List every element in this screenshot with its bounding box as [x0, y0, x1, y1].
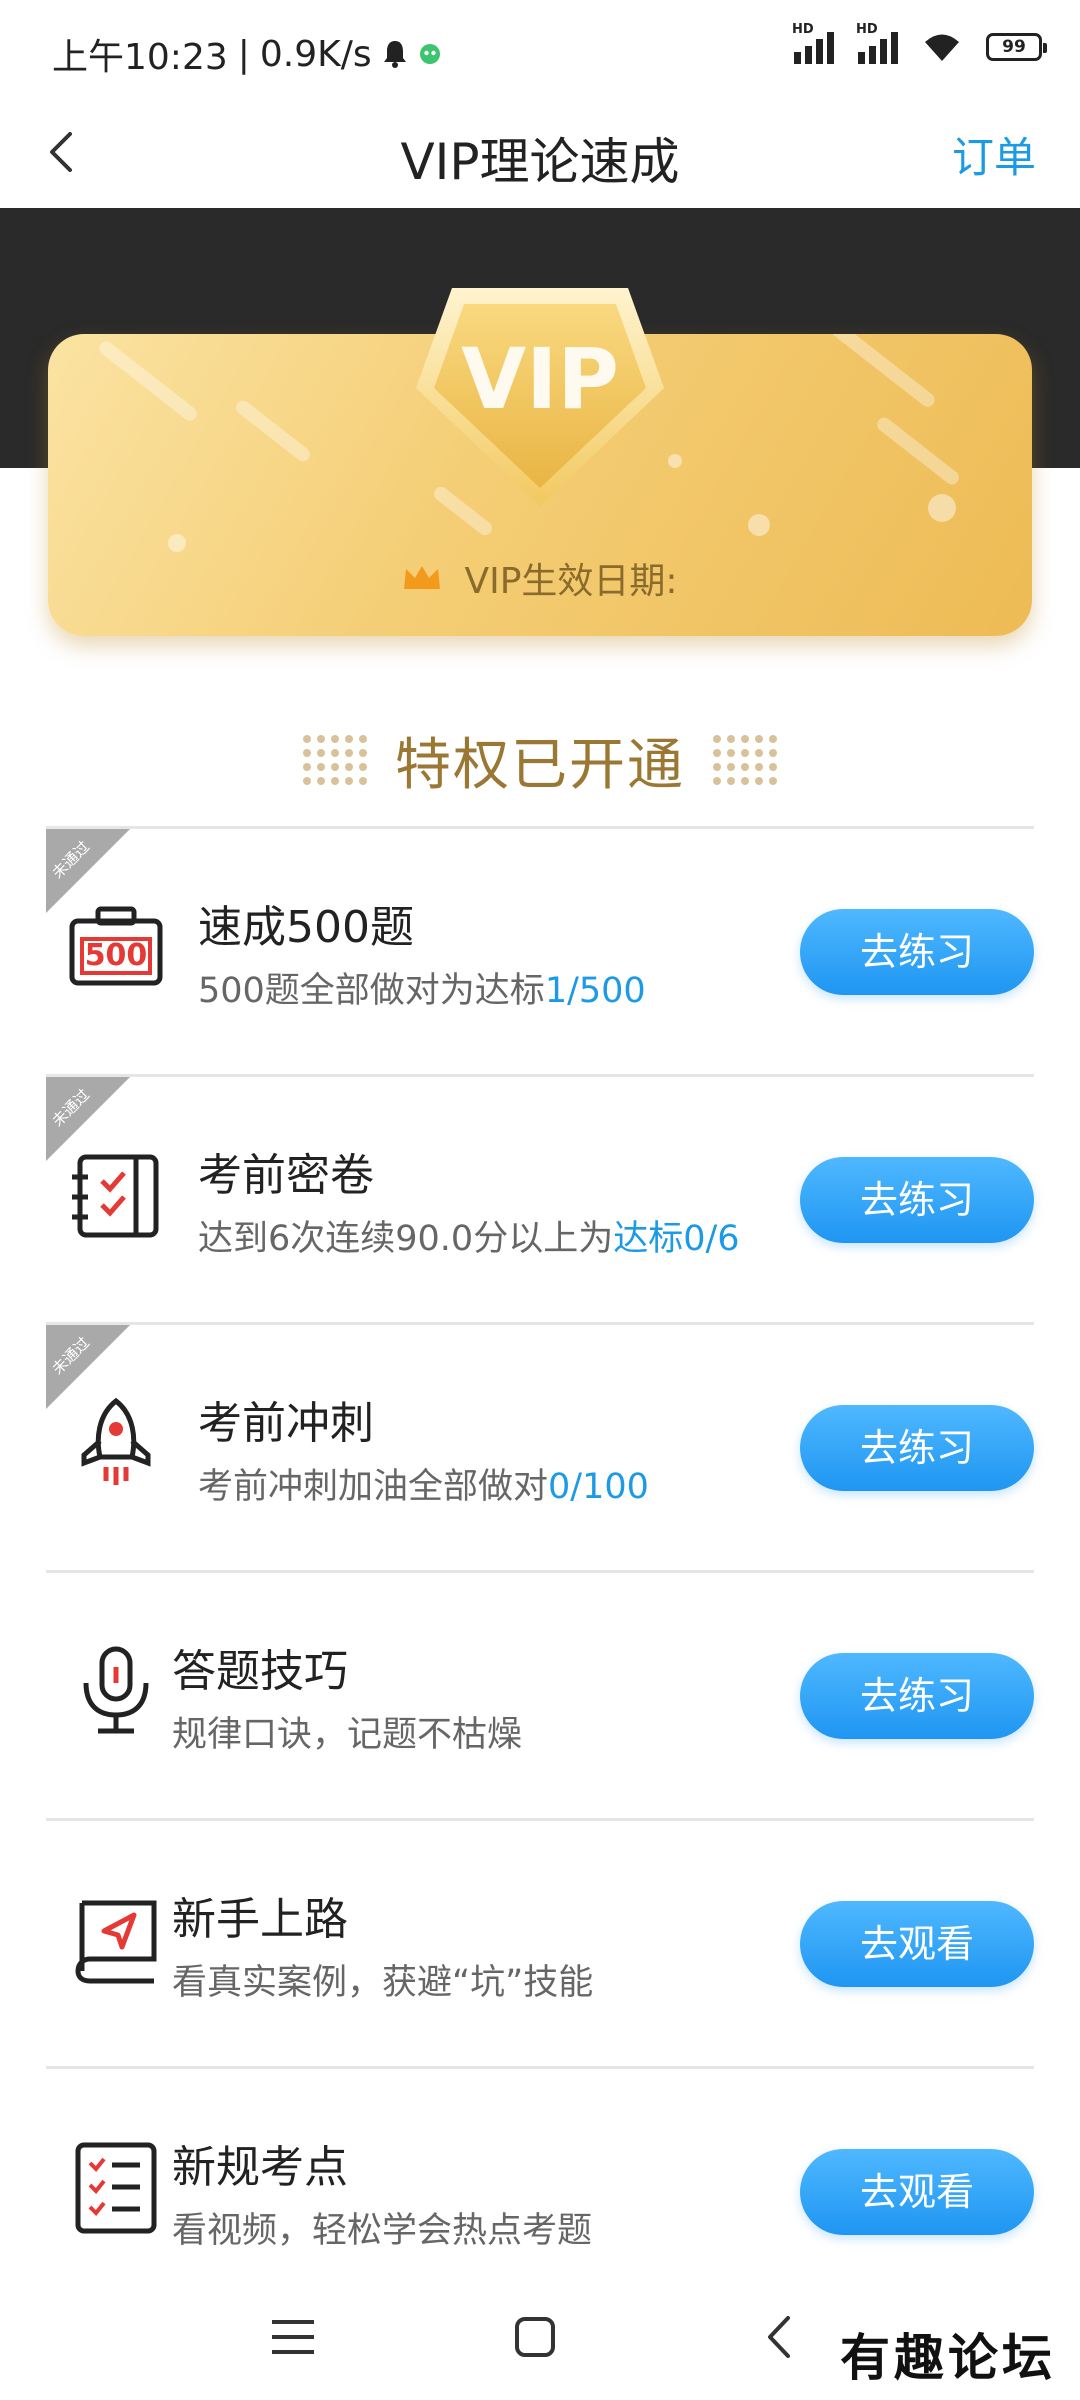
list-item-secret-paper: 未通过 考前密卷 达到6次连续90.0分以上为达标0/6 去练习: [46, 1074, 1034, 1322]
watch-button[interactable]: 去观看: [800, 1901, 1034, 1987]
item-text: 速成500题 500题全部做对为达标1/500: [198, 901, 646, 1013]
item-text: 答题技巧 规律口诀，记题不枯燥: [172, 1645, 522, 1757]
page-title: VIP理论速成: [400, 133, 680, 191]
item-subtitle: 达到6次连续90.0分以上为达标0/6: [198, 1217, 740, 1261]
guide-book-icon: [75, 1900, 157, 1984]
app-notification-icon: [419, 44, 440, 64]
orders-link[interactable]: 订单: [952, 124, 1036, 185]
list-item-beginner: 新手上路 看真实案例，获避“坑”技能 去观看: [46, 1818, 1034, 2066]
wifi-icon: [925, 34, 959, 61]
practice-button[interactable]: 去练习: [800, 1653, 1034, 1739]
briefcase-500-text: 500: [85, 938, 148, 973]
item-subtitle-text: 达到6次连续90.0分以上为: [198, 1219, 614, 1259]
list-item-speed-500: 未通过 500 速成500题 500题全部做对为达标1/500 去练习: [46, 826, 1034, 1074]
list-item-new-rules: 新规考点 看视频，轻松学会热点考题 去观看: [46, 2066, 1034, 2314]
item-title: 答题技巧: [172, 1646, 348, 1697]
microphone-icon: [83, 1646, 149, 1734]
crown-icon: [404, 566, 441, 589]
vip-badge-text: VIP: [461, 330, 619, 428]
menu-icon[interactable]: [258, 2302, 328, 2372]
item-subtitle: 看真实案例，获避“坑”技能: [172, 1963, 594, 2003]
battery-indicator: 99: [986, 33, 1047, 61]
list-item-sprint: 未通过 考前冲刺 考前冲刺加油全部做对0/100 去练习: [46, 1322, 1034, 1570]
vip-date-label: VIP生效日期:: [464, 561, 678, 602]
item-subtitle-text: 500题全部做对为达标: [198, 971, 545, 1011]
vip-date-row: VIP生效日期:: [48, 552, 1032, 604]
item-text: 考前冲刺 考前冲刺加油全部做对0/100: [198, 1397, 649, 1509]
item-text: 新手上路 看真实案例，获避“坑”技能: [172, 1893, 593, 2005]
item-progress: 1/500: [544, 971, 646, 1011]
nav-bar: VIP理论速成 订单: [0, 100, 1080, 208]
item-title: 考前冲刺: [198, 1398, 374, 1449]
corner-tag-text: 未通过: [48, 1085, 94, 1131]
practice-button[interactable]: 去练习: [800, 1157, 1034, 1243]
item-subtitle: 考前冲刺加油全部做对0/100: [198, 1465, 649, 1509]
decor-dots-right: [713, 735, 777, 785]
item-subtitle-text: 考前冲刺加油全部做对: [198, 1467, 549, 1507]
checklist-book-icon: [72, 1154, 159, 1238]
item-title: 速成500题: [198, 902, 414, 953]
item-subtitle: 看视频，轻松学会热点考题: [172, 2211, 593, 2251]
item-title: 新规考点: [172, 2142, 348, 2193]
status-time: 上午10:23: [52, 37, 228, 78]
item-subtitle: 500题全部做对为达标1/500: [198, 969, 646, 1013]
item-text: 新规考点 看视频，轻松学会热点考题: [172, 2141, 592, 2253]
list-document-icon: [75, 2142, 157, 2234]
corner-tag-text: 未通过: [48, 837, 94, 883]
status-right: HD HD 99: [792, 22, 1047, 64]
item-title: 考前密卷: [198, 1150, 374, 1201]
item-title: 新手上路: [172, 1894, 348, 1945]
briefcase-500-icon: 500: [69, 906, 163, 986]
signal-2-icon: HD: [856, 22, 898, 64]
status-left: 上午10:23 | 0.9K/s: [52, 28, 442, 80]
item-subtitle: 规律口诀，记题不枯燥: [172, 1715, 523, 1755]
item-text: 考前密卷 达到6次连续90.0分以上为达标0/6: [198, 1149, 740, 1261]
decor-dots-left: [303, 735, 367, 785]
signal-1-icon: HD: [792, 22, 834, 64]
watch-button[interactable]: 去观看: [800, 2149, 1034, 2235]
feature-list: 未通过 500 速成500题 500题全部做对为达标1/500 去练习 未通过 …: [46, 826, 1034, 2314]
practice-button[interactable]: 去练习: [800, 1405, 1034, 1491]
status-separator: |: [237, 33, 250, 75]
corner-tag-text: 未通过: [48, 1333, 94, 1379]
section-header: 特权已开通: [0, 720, 1080, 800]
watermark: 有趣论坛: [840, 2328, 1056, 2387]
home-icon[interactable]: [500, 2302, 570, 2372]
list-item-tips: 答题技巧 规律口诀，记题不枯燥 去练习: [46, 1570, 1034, 1818]
bell-icon: [383, 41, 406, 68]
rocket-icon: [81, 1397, 151, 1485]
status-net-speed: 0.9K/s: [259, 33, 372, 75]
item-progress: 0/100: [548, 1467, 649, 1507]
status-bar: 上午10:23 | 0.9K/s HD HD 99: [0, 0, 1080, 100]
back-nav-icon[interactable]: [746, 2302, 816, 2372]
section-title: 特权已开通: [395, 732, 685, 798]
vip-badge-icon: VIP: [416, 288, 664, 506]
practice-button[interactable]: 去练习: [800, 909, 1034, 995]
item-progress: 达标0/6: [613, 1219, 740, 1259]
